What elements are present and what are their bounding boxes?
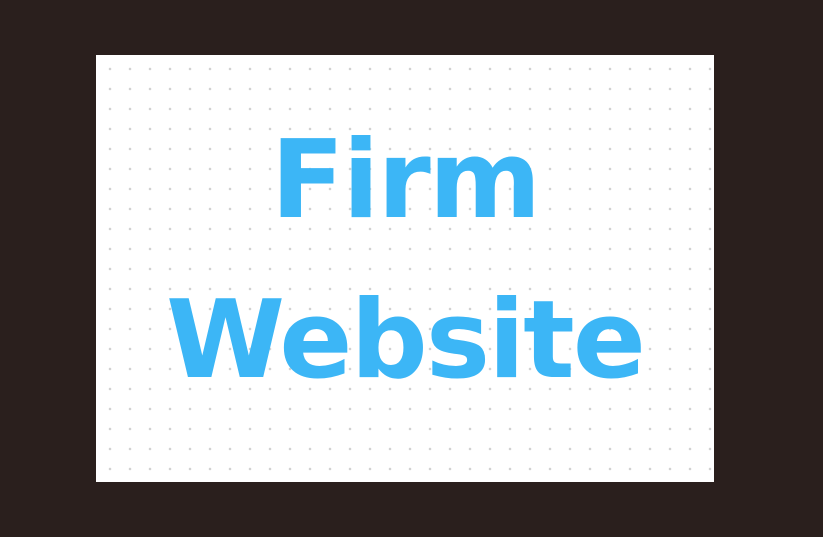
title-line-website: Website bbox=[165, 278, 646, 403]
title-card: Firm Website bbox=[96, 55, 714, 482]
title-line-firm: Firm bbox=[270, 118, 542, 243]
card-title: Firm Website bbox=[96, 101, 714, 421]
